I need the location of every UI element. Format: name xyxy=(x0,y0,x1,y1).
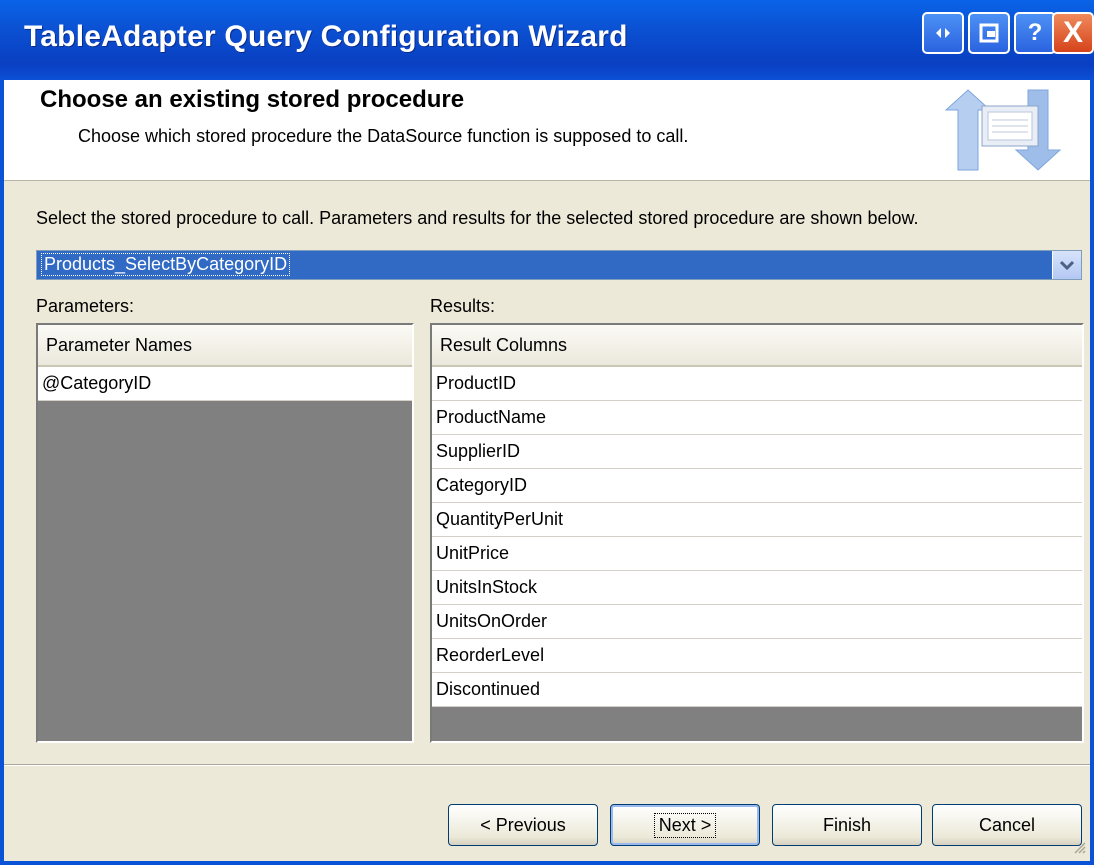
parameters-grid[interactable]: Parameter Names @CategoryID xyxy=(36,323,414,743)
help-button[interactable]: ? xyxy=(1014,12,1056,54)
parameter-row[interactable]: @CategoryID xyxy=(38,367,412,401)
stored-procedure-select[interactable]: Products_SelectByCategoryID xyxy=(36,250,1082,280)
dropdown-button[interactable] xyxy=(1052,251,1081,279)
close-icon: X xyxy=(1062,16,1083,49)
cancel-button-label: Cancel xyxy=(978,814,1036,835)
footer-divider xyxy=(4,764,1090,766)
prompt-text: Select the stored procedure to call. Par… xyxy=(36,208,919,228)
restore-button[interactable] xyxy=(922,12,964,54)
results-label: Results: xyxy=(430,296,496,316)
result-row[interactable]: UnitsOnOrder xyxy=(432,605,1082,639)
wizard-graphic-icon xyxy=(944,89,1062,171)
chevron-down-icon xyxy=(1060,260,1074,270)
parameters-column-header[interactable]: Parameter Names xyxy=(38,325,412,367)
next-button[interactable]: Next > xyxy=(610,804,760,846)
finish-button-label: Finish xyxy=(822,814,871,835)
page-subtitle: Choose which stored procedure the DataSo… xyxy=(78,126,689,146)
previous-button-label: < Previous xyxy=(480,814,566,835)
result-row[interactable]: ReorderLevel xyxy=(432,639,1082,673)
help-icon: ? xyxy=(1027,19,1043,46)
window-title: TableAdapter Query Configuration Wizard xyxy=(24,20,628,53)
next-button-label: Next > xyxy=(653,812,717,838)
finish-button[interactable]: Finish xyxy=(772,804,922,846)
result-row[interactable]: SupplierID xyxy=(432,435,1082,469)
close-button[interactable]: X xyxy=(1052,12,1094,54)
result-row[interactable]: UnitsInStock xyxy=(432,571,1082,605)
result-row[interactable]: ProductID xyxy=(432,367,1082,401)
page-title: Choose an existing stored procedure xyxy=(40,86,465,113)
maximize-icon xyxy=(979,23,999,43)
title-bar[interactable]: TableAdapter Query Configuration Wizard … xyxy=(0,0,1094,80)
parameters-label: Parameters: xyxy=(36,296,135,316)
previous-button[interactable]: < Previous xyxy=(448,804,598,846)
wizard-header: Choose an existing stored procedure Choo… xyxy=(4,80,1090,181)
result-row[interactable]: Discontinued xyxy=(432,673,1082,707)
result-row[interactable]: QuantityPerUnit xyxy=(432,503,1082,537)
result-row[interactable]: ProductName xyxy=(432,401,1082,435)
results-column-header[interactable]: Result Columns xyxy=(432,325,1082,367)
results-grid[interactable]: Result Columns ProductID ProductName Sup… xyxy=(430,323,1084,743)
wizard-window: TableAdapter Query Configuration Wizard … xyxy=(0,0,1094,865)
result-row[interactable]: UnitPrice xyxy=(432,537,1082,571)
restore-icon xyxy=(936,28,950,38)
selected-procedure: Products_SelectByCategoryID xyxy=(41,253,291,276)
result-row[interactable]: CategoryID xyxy=(432,469,1082,503)
maximize-button[interactable] xyxy=(968,12,1010,54)
cancel-button[interactable]: Cancel xyxy=(932,804,1082,846)
resize-grip-icon[interactable] xyxy=(1072,840,1086,857)
